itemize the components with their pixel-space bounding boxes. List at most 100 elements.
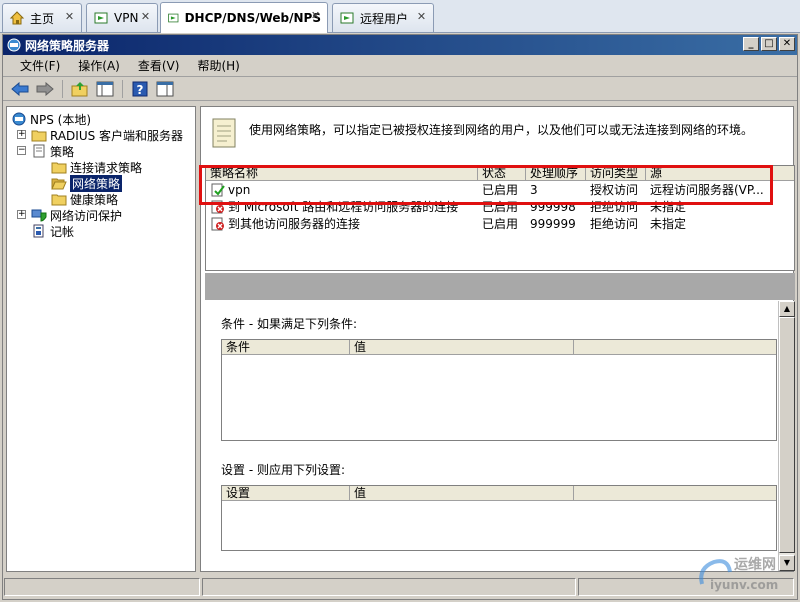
tree-item-connection-request-policies[interactable]: 连接请求策略 (51, 159, 142, 175)
tree-item-radius[interactable]: RADIUS 客户端和服务器 (31, 127, 183, 143)
table-row[interactable]: vpn 已启用 3 授权访问 远程访问服务器(VP... (206, 181, 794, 198)
vm-icon (340, 12, 354, 24)
up-folder-button[interactable] (69, 79, 91, 99)
forward-button[interactable] (34, 79, 56, 99)
status-cell (578, 578, 794, 596)
tree-item-accounting[interactable]: 记帐 (31, 223, 74, 239)
column-header-order[interactable]: 处理顺序 (526, 166, 586, 180)
tab-remote-label: 远程用户 (360, 11, 409, 26)
tab-dhcp-label: DHCP/DNS/Web/NPS (184, 11, 321, 25)
menu-bar: 文件(F) 操作(A) 查看(V) 帮助(H) (3, 55, 797, 77)
expand-icon[interactable]: + (17, 130, 26, 139)
tab-vpn[interactable]: VPN ✕ (86, 3, 158, 32)
arrow-right-icon (36, 81, 54, 96)
tab-home-label: 主页 (30, 11, 55, 26)
policy-deny-icon (211, 200, 224, 213)
settings-grid: 设置 值 (221, 485, 777, 551)
policy-name: 到其他访问服务器的连接 (228, 217, 361, 231)
column-header-policy-name[interactable]: 策略名称 (206, 166, 478, 180)
show-hide-tree-button[interactable] (94, 79, 116, 99)
scroll-down-icon[interactable]: ▼ (779, 555, 795, 571)
pane-splitter[interactable] (205, 273, 795, 300)
folder-up-icon (71, 81, 88, 96)
tab-remote-users[interactable]: 远程用户 ✕ (332, 3, 434, 32)
conditions-header: 条件 值 (222, 340, 776, 355)
close-icon[interactable]: ✕ (416, 11, 427, 23)
close-icon[interactable]: ✕ (140, 11, 151, 23)
close-icon[interactable]: ✕ (310, 10, 321, 22)
toolbar: ? (3, 77, 797, 101)
expand-icon[interactable]: + (17, 210, 26, 219)
document-icon (33, 144, 45, 158)
column-header-condition[interactable]: 条件 (222, 340, 350, 354)
tab-strip: 主页 ✕ VPN ✕ DHCP/DNS/Web/NPS ✕ 远程用户 ✕ (0, 0, 800, 33)
network-shield-icon (31, 209, 47, 222)
console-tree: NPS (本地) + RADIUS 客户端和服务器 − 策略 连接请求策略 网络… (6, 106, 196, 572)
tab-home[interactable]: 主页 ✕ (2, 3, 82, 32)
conditions-grid: 条件 值 (221, 339, 777, 441)
conditions-label: 条件 - 如果满足下列条件: (221, 317, 358, 331)
policy-access: 拒绝访问 (590, 217, 639, 231)
policy-source: 未指定 (650, 217, 687, 231)
window-titlebar[interactable]: 网络策略服务器 _ □ ✕ (3, 35, 797, 55)
settings-header: 设置 值 (222, 486, 776, 501)
tree-item-policies[interactable]: 策略 (31, 143, 74, 159)
window-title: 网络策略服务器 (25, 38, 110, 53)
policy-grant-icon (211, 183, 225, 196)
tab-dhcp-dns-web-nps[interactable]: DHCP/DNS/Web/NPS ✕ (160, 2, 328, 33)
collapse-icon[interactable]: − (17, 146, 26, 155)
policy-name: vpn (228, 182, 251, 197)
details-scrollbar[interactable]: ▲ ▼ (778, 301, 795, 571)
nps-icon (12, 112, 26, 126)
tree-label: 健康策略 (70, 192, 119, 207)
scroll-thumb[interactable] (779, 317, 795, 553)
help-button[interactable]: ? (129, 79, 151, 99)
column-header-status[interactable]: 状态 (478, 166, 526, 180)
policy-access: 授权访问 (590, 183, 639, 197)
menu-view[interactable]: 查看(V) (129, 57, 189, 74)
menu-file[interactable]: 文件(F) (11, 57, 69, 74)
menu-action[interactable]: 操作(A) (69, 57, 129, 74)
svg-text:?: ? (137, 83, 144, 97)
arrow-left-icon (11, 81, 29, 96)
status-cell (202, 578, 576, 596)
minimize-button[interactable]: _ (743, 37, 759, 51)
help-icon: ? (132, 81, 148, 97)
toolbar-separator (122, 79, 123, 98)
maximize-button[interactable]: □ (761, 37, 777, 51)
toolbar-separator (62, 79, 63, 98)
column-header-value[interactable]: 值 (350, 340, 574, 354)
table-row[interactable]: 到 Microsoft 路由和远程访问服务器的连接 已启用 999998 拒绝访… (206, 198, 794, 215)
close-button[interactable]: ✕ (779, 37, 795, 51)
accounting-icon (33, 224, 44, 238)
policy-status: 已启用 (482, 200, 519, 214)
vm-icon (168, 13, 179, 23)
policy-order: 999998 (530, 199, 576, 214)
policy-status: 已启用 (482, 183, 519, 197)
tree-label: RADIUS 客户端和服务器 (50, 128, 184, 143)
policy-order: 3 (530, 182, 538, 197)
column-header-setting[interactable]: 设置 (222, 486, 350, 500)
column-header-access-type[interactable]: 访问类型 (586, 166, 646, 180)
column-header-value[interactable]: 值 (350, 486, 574, 500)
tree-label: NPS (本地) (30, 112, 92, 127)
policy-access: 拒绝访问 (590, 200, 639, 214)
table-row[interactable]: 到其他访问服务器的连接 已启用 999999 拒绝访问 未指定 (206, 215, 794, 232)
details-pane: 使用网络策略，可以指定已被授权连接到网络的用户，以及他们可以或无法连接到网络的环… (199, 106, 795, 572)
policy-status: 已启用 (482, 217, 519, 231)
tree-item-network-policies[interactable]: 网络策略 (51, 174, 123, 192)
scroll-up-icon[interactable]: ▲ (779, 301, 795, 317)
show-action-pane-button[interactable] (154, 79, 176, 99)
policy-source: 远程访问服务器(VP... (650, 183, 764, 197)
nps-icon (7, 38, 21, 52)
column-header-empty (574, 486, 776, 500)
tree-item-health-policies[interactable]: 健康策略 (51, 191, 118, 207)
home-icon (9, 11, 25, 25)
tree-item-nps-local[interactable]: NPS (本地) (11, 111, 91, 127)
column-header-source[interactable]: 源 (646, 166, 792, 180)
tree-item-nap[interactable]: 网络访问保护 (31, 207, 122, 223)
menu-help[interactable]: 帮助(H) (188, 57, 248, 74)
policy-list-header: 策略名称 状态 处理顺序 访问类型 源 (206, 166, 794, 181)
back-button[interactable] (9, 79, 31, 99)
close-icon[interactable]: ✕ (64, 11, 75, 23)
